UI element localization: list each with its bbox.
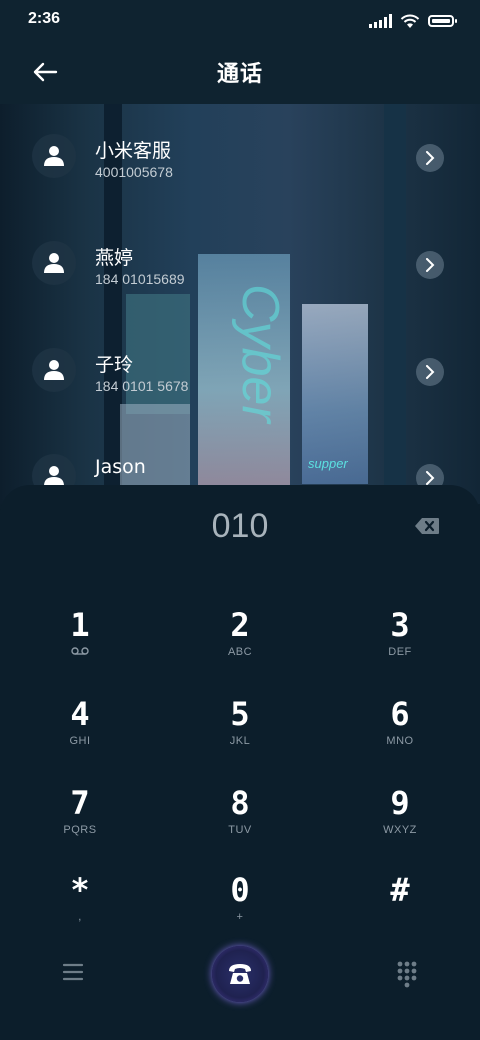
dial-key-5[interactable]: 5 JKL [160, 689, 320, 769]
dial-key-7[interactable]: 7 PQRS [0, 778, 160, 858]
wifi-icon [400, 14, 420, 28]
contact-number: 184 01015689 [95, 271, 185, 287]
chevron-right-icon [426, 365, 435, 379]
key-letters [0, 646, 160, 660]
key-letters: PQRS [63, 824, 97, 836]
avatar [32, 348, 76, 392]
key-letters: , [78, 911, 82, 923]
contact-name: 子玲 [95, 354, 134, 376]
contact-number: 4001005678 [95, 164, 173, 180]
menu-icon[interactable] [62, 962, 84, 982]
avatar [32, 241, 76, 285]
key-letters: MNO [386, 735, 414, 747]
dial-key-9[interactable]: 9 WXYZ [320, 778, 480, 858]
contact-name: Jason [95, 456, 146, 478]
dialed-number-display[interactable]: 010 [0, 507, 480, 546]
contact-details-button[interactable] [416, 358, 444, 386]
key-letters: + [236, 911, 244, 923]
key-letters [320, 911, 480, 925]
status-time: 2:36 [28, 10, 61, 27]
dial-key-1[interactable]: 1 [0, 600, 160, 680]
keypad-grid-icon[interactable] [396, 960, 418, 988]
key-letters: TUV [228, 824, 252, 836]
contact-row[interactable]: 小米客服 4001005678 [0, 104, 480, 204]
key-digit: 6 [390, 695, 410, 733]
dial-key-3[interactable]: 3 DEF [320, 600, 480, 680]
avatar [32, 134, 76, 178]
contact-details-button[interactable] [416, 251, 444, 279]
key-digit: 0 [230, 871, 250, 909]
key-digit: * [70, 871, 90, 909]
contact-number: 184 0101 5678 [95, 378, 189, 394]
person-icon [44, 253, 64, 273]
chevron-right-icon [426, 258, 435, 272]
key-letters: WXYZ [383, 824, 417, 836]
key-digit: 9 [390, 784, 410, 822]
dial-key-hash[interactable]: # [320, 865, 480, 945]
key-digit: # [390, 871, 410, 909]
key-digit: 5 [230, 695, 250, 733]
contact-row[interactable]: 燕婷 184 01015689 [0, 211, 480, 311]
call-button[interactable] [212, 946, 268, 1002]
status-bar: 2:36 [0, 0, 480, 40]
key-digit: 2 [230, 606, 250, 644]
key-letters: DEF [388, 646, 412, 658]
voicemail-icon [71, 647, 89, 655]
key-digit: 3 [390, 606, 410, 644]
dial-key-8[interactable]: 8 TUV [160, 778, 320, 858]
contact-row[interactable]: 子玲 184 0101 5678 [0, 318, 480, 418]
chevron-right-icon [426, 471, 435, 485]
dialpad-panel: 010 1 2 ABC 3 DEF 4 GHI 5 JKL 6 MNO 7 PQ… [0, 485, 480, 1040]
app-header: 通话 [0, 40, 480, 104]
dial-key-6[interactable]: 6 MNO [320, 689, 480, 769]
contact-name: 小米客服 [95, 140, 172, 162]
chevron-right-icon [426, 151, 435, 165]
key-letters: GHI [69, 735, 91, 747]
backspace-icon[interactable] [414, 517, 440, 535]
dialpad-action-bar [0, 940, 480, 1010]
signal-icon [369, 14, 392, 28]
contact-name: 燕婷 [95, 247, 134, 269]
person-icon [44, 146, 64, 166]
page-title: 通话 [216, 62, 263, 87]
person-icon [44, 360, 64, 380]
dial-key-4[interactable]: 4 GHI [0, 689, 160, 769]
key-letters: JKL [229, 735, 251, 747]
key-digit: 7 [70, 784, 90, 822]
battery-icon [428, 15, 457, 27]
phone-call-icon [229, 964, 251, 984]
key-digit: 1 [70, 606, 90, 644]
dial-key-star[interactable]: * , [0, 865, 160, 945]
key-digit: 8 [230, 784, 250, 822]
dial-key-2[interactable]: 2 ABC [160, 600, 320, 680]
dial-key-0[interactable]: 0 + [160, 865, 320, 945]
status-icons [369, 12, 457, 30]
contact-details-button[interactable] [416, 144, 444, 172]
key-letters: ABC [227, 646, 253, 658]
key-digit: 4 [70, 695, 90, 733]
